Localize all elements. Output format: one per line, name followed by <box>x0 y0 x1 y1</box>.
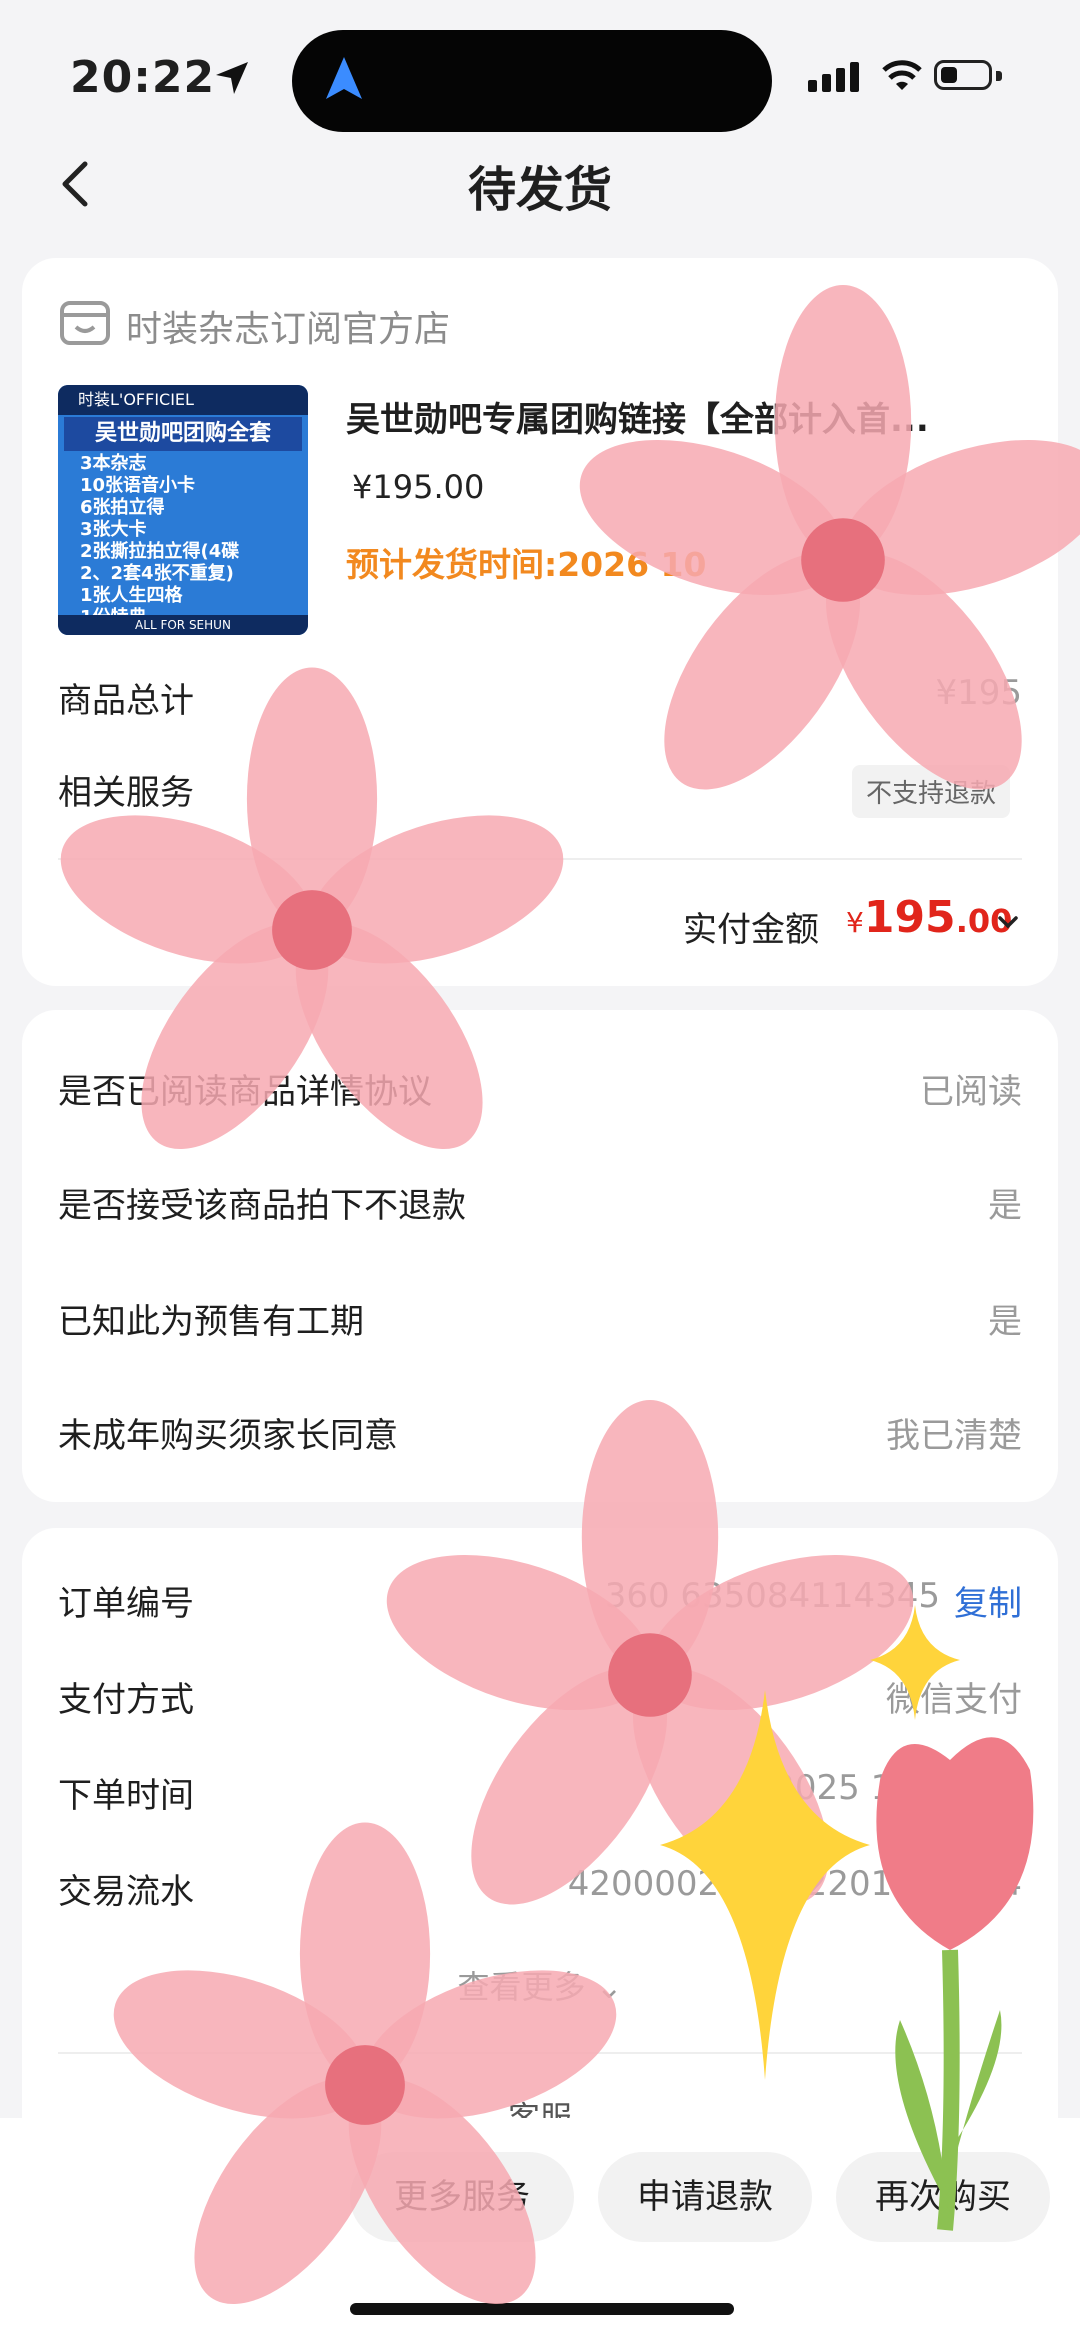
product-title[interactable]: 吴世勋吧专属团购链接【全部计入首... <box>346 392 1006 441</box>
status-time: 20:22 <box>70 52 216 103</box>
agreement-value-3: 是 <box>988 1302 1022 1342</box>
refund-button[interactable]: 申请退款 <box>598 2152 812 2242</box>
total-label: 商品总计 <box>58 681 194 721</box>
rebuy-button[interactable]: 再次购买 <box>836 2152 1050 2242</box>
ship-time: 预计发货时间:2026 10 <box>346 545 707 584</box>
agreement-label-2: 是否接受该商品拍下不退款 <box>58 1186 466 1226</box>
product-image-footer: ALL FOR SEHUN <box>58 615 308 635</box>
chevron-down-icon[interactable] <box>996 912 1020 932</box>
agreement-value-4: 我已清楚 <box>886 1416 1022 1456</box>
service-label: 相关服务 <box>58 773 194 813</box>
total-value: ¥195 <box>935 673 1022 713</box>
home-indicator <box>350 2303 734 2315</box>
store-name[interactable]: 时装杂志订阅官方店 <box>126 300 450 352</box>
agreement-value-2: 是 <box>988 1186 1022 1226</box>
paid-label: 实付金额 <box>683 910 819 950</box>
agreement-label-3: 已知此为预售有工期 <box>58 1302 364 1342</box>
agreement-value-1: 已阅读 <box>920 1072 1022 1112</box>
divider <box>58 858 1022 860</box>
navigation-icon <box>326 57 362 99</box>
view-more-button[interactable]: 查看更多 ⌄ <box>0 1962 1080 2008</box>
store-icon <box>60 301 110 345</box>
location-arrow-icon <box>216 62 248 94</box>
transaction-label: 交易流水 <box>58 1872 194 1912</box>
agreement-label-4: 未成年购买须家长同意 <box>58 1416 398 1456</box>
more-service-button[interactable]: 更多服务 <box>350 2152 574 2242</box>
product-image[interactable]: 时装L'OFFICIEL 吴世勋吧团购全套 3本杂志 10张语音小卡 6张拍立得… <box>58 385 308 635</box>
wifi-icon <box>882 60 922 90</box>
battery-tip <box>996 71 1002 81</box>
transaction-value: 4200002510122010 11 24 <box>567 1864 1022 1904</box>
order-time-label: 下单时间 <box>58 1776 194 1816</box>
chevron-down-small-icon: ⌄ <box>595 1968 623 2006</box>
paid-amount[interactable]: ¥195.00 <box>846 892 1012 943</box>
agreement-label-1: 是否已阅读商品详情协议 <box>58 1072 432 1112</box>
product-image-lines: 3本杂志 10张语音小卡 6张拍立得 3张大卡 2张撕拉拍立得(4碟 2、2套4… <box>80 453 240 628</box>
cellular-signal-icon <box>808 62 864 92</box>
order-number-value: 360 635084114345 <box>604 1576 940 1616</box>
order-number-label: 订单编号 <box>58 1584 194 1624</box>
product-image-title: 吴世勋吧团购全套 <box>64 417 302 451</box>
no-refund-tag: 不支持退款 <box>851 765 1010 818</box>
product-price: ¥195.00 <box>352 468 485 506</box>
divider <box>58 2052 1022 2054</box>
product-image-top: 时装L'OFFICIEL <box>58 385 308 415</box>
paid-currency: ¥ <box>846 906 864 939</box>
view-more-label: 查看更多 <box>457 1968 586 2006</box>
order-time-value: 2025 12 20 53 <box>773 1768 1022 1808</box>
page-title: 待发货 <box>467 162 612 218</box>
payment-method-value: 微信支付 <box>886 1680 1022 1720</box>
paid-int: 195 <box>863 892 956 943</box>
battery-icon <box>934 60 992 90</box>
payment-method-label: 支付方式 <box>58 1680 194 1720</box>
copy-button[interactable]: 复制 <box>954 1576 1022 1625</box>
